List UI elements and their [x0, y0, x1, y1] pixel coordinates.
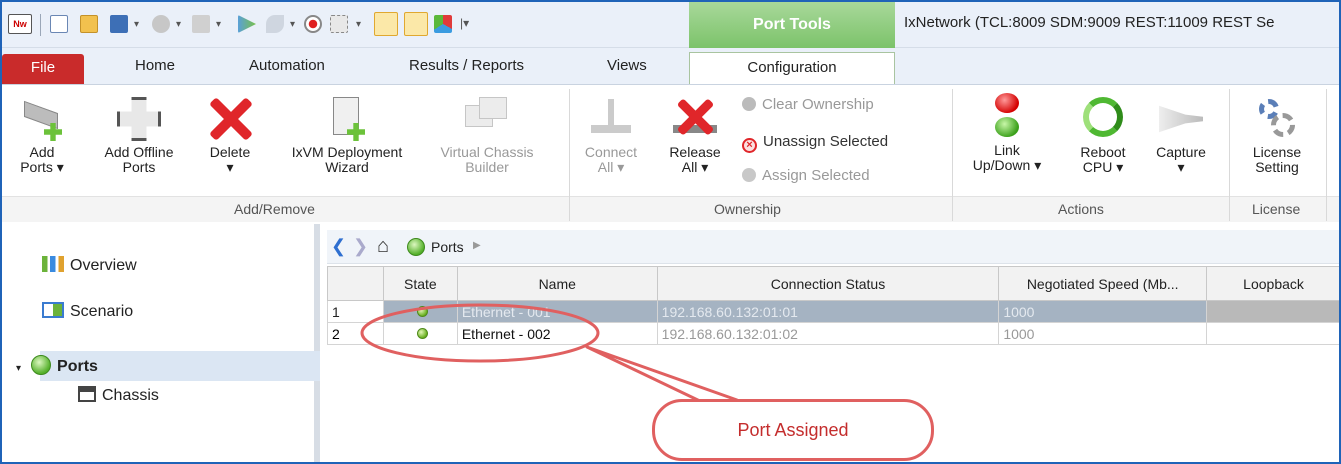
annotation-callout: Port Assigned — [652, 399, 934, 461]
annotation-overlay — [360, 303, 739, 404]
callout-pointer — [585, 345, 739, 404]
highlight-ellipse — [360, 303, 600, 363]
ixnetwork-window: Nw ▾ ▾ ▾ ▾ ▾ |▾ Port Tools IxNetwork (TC… — [0, 0, 1341, 464]
